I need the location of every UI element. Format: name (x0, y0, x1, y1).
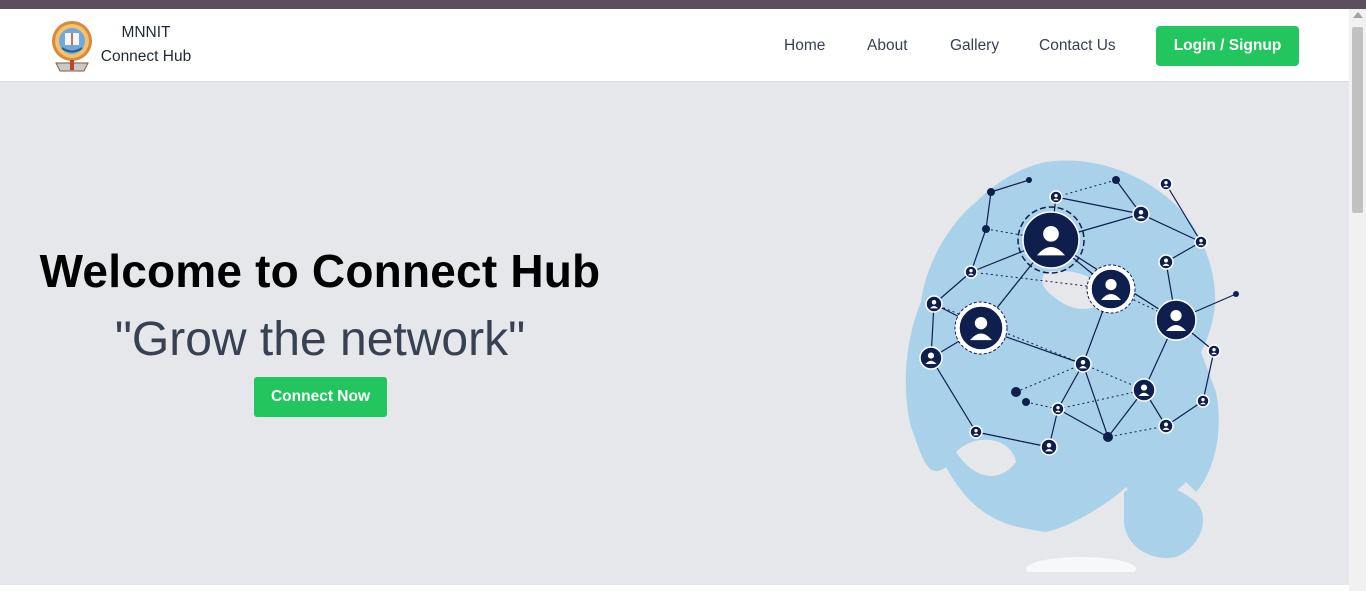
user-node-icon (1051, 402, 1065, 416)
user-node-icon (987, 188, 995, 196)
user-node-icon (1026, 177, 1032, 183)
brand-name[interactable]: MNNIT Connect Hub (98, 21, 194, 69)
user-node-icon (1049, 190, 1063, 204)
user-node-icon (1086, 264, 1136, 314)
nav-contact-link[interactable]: Contact Us (1039, 37, 1116, 55)
user-node-icon (954, 301, 1008, 355)
user-node-icon (1155, 299, 1197, 341)
user-node-icon (1040, 438, 1058, 456)
user-node-icon (1132, 205, 1150, 223)
hero-title: Welcome to Connect Hub (39, 245, 601, 297)
college-logo-icon[interactable] (50, 17, 94, 75)
user-node-icon (1112, 176, 1120, 184)
navbar: MNNIT Connect Hub Home About Gallery Con… (0, 9, 1349, 82)
brand-line-1: MNNIT (121, 24, 171, 41)
brand-line-2: Connect Hub (100, 48, 192, 65)
user-node-icon (925, 295, 943, 313)
nav-home-link[interactable]: Home (784, 37, 825, 55)
nav-gallery-link[interactable]: Gallery (950, 37, 999, 55)
user-node-icon (1158, 418, 1174, 434)
user-node-icon (1074, 355, 1092, 373)
hero-section: Welcome to Connect Hub "Grow the network… (0, 82, 1349, 585)
user-node-icon (1132, 378, 1156, 402)
scrollbar-thumb[interactable] (1352, 27, 1363, 213)
user-node-icon (1022, 398, 1030, 406)
scroll-up-arrow-icon[interactable] (1353, 12, 1363, 18)
user-node-icon (919, 346, 943, 370)
user-node-icon (982, 225, 990, 233)
hero-subtitle: "Grow the network" (114, 313, 526, 366)
user-node-icon (1196, 394, 1210, 408)
connect-now-button[interactable]: Connect Now (254, 377, 387, 417)
user-node-icon (1011, 387, 1021, 397)
login-signup-button[interactable]: Login / Signup (1156, 26, 1299, 66)
browser-top-strip (0, 0, 1366, 9)
user-node-icon (1233, 291, 1239, 297)
nav-about-link[interactable]: About (867, 37, 908, 55)
user-node-icon (969, 425, 983, 439)
globe-network-icon (896, 152, 1256, 581)
user-node-icon (1158, 254, 1174, 270)
hero-bottom-edge (0, 585, 1349, 591)
user-node-icon (1194, 235, 1208, 249)
user-node-icon (1103, 432, 1113, 442)
user-node-icon (964, 265, 978, 279)
user-node-icon (1207, 344, 1221, 358)
user-node-icon (1159, 177, 1173, 191)
